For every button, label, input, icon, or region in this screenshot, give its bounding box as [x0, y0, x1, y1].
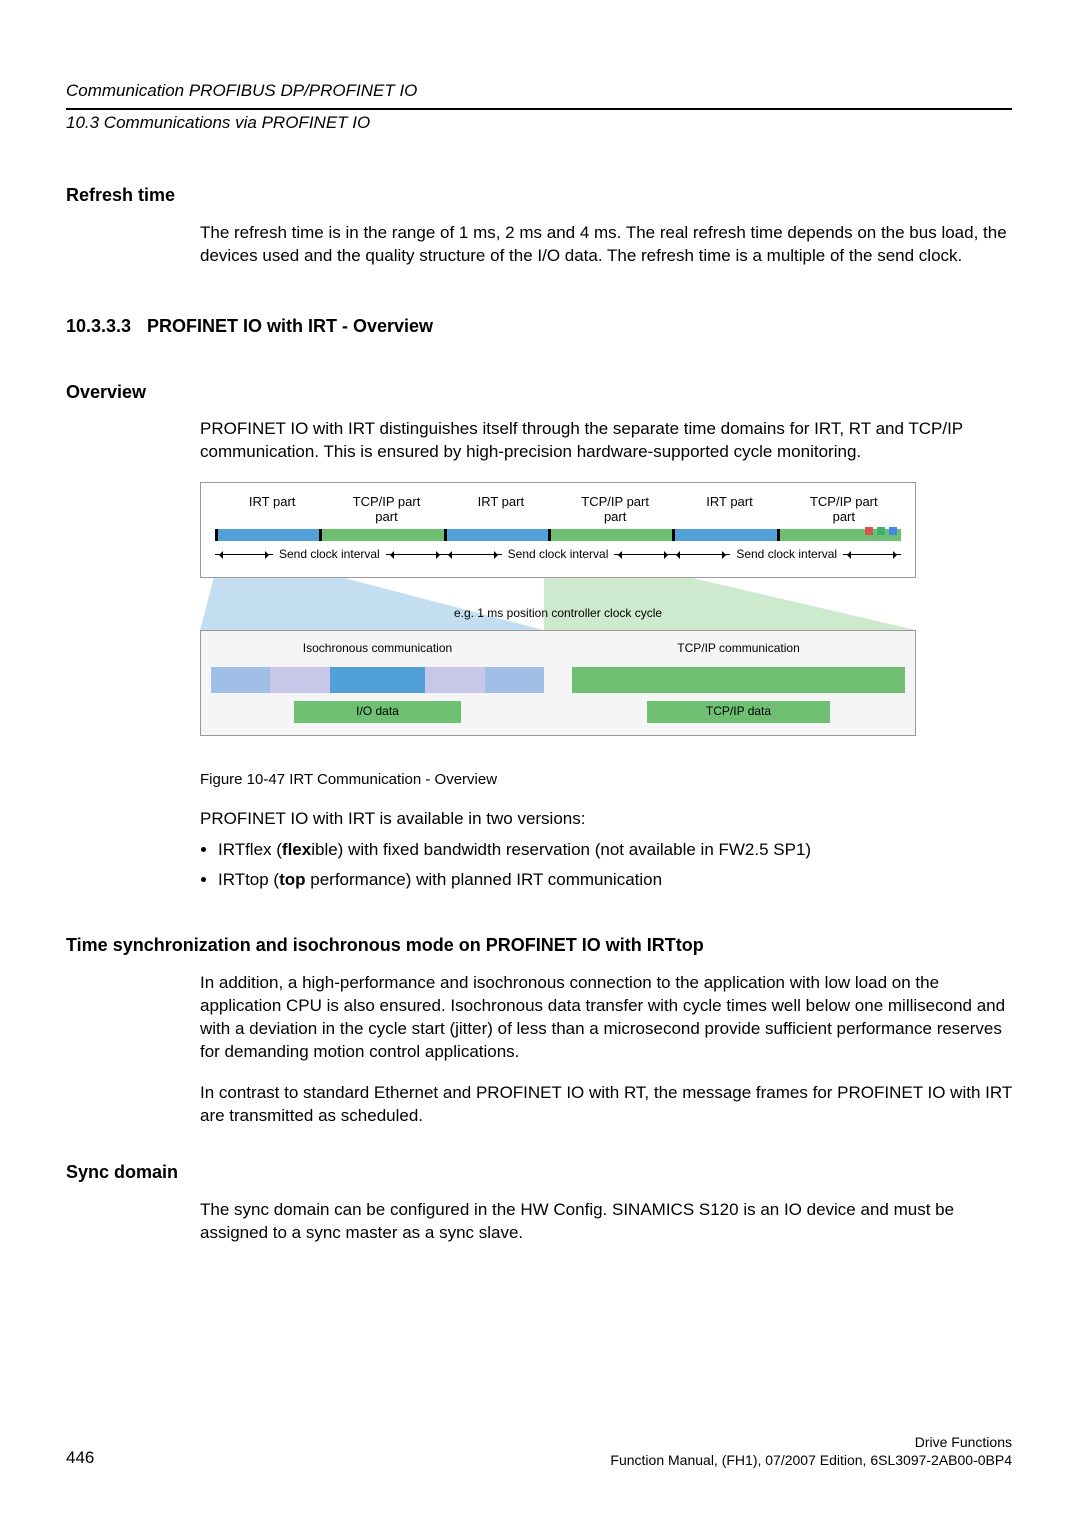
refresh-time-body: The refresh time is in the range of 1 ms… — [200, 222, 1012, 268]
overview-intro: PROFINET IO with IRT distinguishes itsel… — [200, 418, 1012, 464]
timesync-p1: In addition, a high-performance and isoc… — [200, 972, 1012, 1064]
footer-line2: Function Manual, (FH1), 07/2007 Edition,… — [610, 1451, 1012, 1469]
page-number: 446 — [66, 1447, 94, 1469]
tcpip-data-label: TCP/IP data — [647, 701, 830, 723]
heading-overview: Overview — [66, 381, 1012, 404]
tcp-stripe — [572, 667, 905, 693]
tl-label-irt-1: IRT part — [215, 495, 329, 527]
send-clock-intervals: Send clock interval Send clock interval … — [215, 547, 901, 563]
tl-label-irt-3: IRT part — [672, 495, 786, 527]
chapter-title: Communication PROFIBUS DP/PROFINET IO — [66, 80, 1012, 102]
iso-stripe — [211, 667, 544, 693]
timeline-bar — [215, 529, 901, 541]
iso-segment: Isochronous communication I/O data — [211, 641, 544, 723]
refresh-time-text: The refresh time is in the range of 1 ms… — [200, 222, 1012, 268]
header-rule — [66, 108, 1012, 110]
detail-box: Isochronous communication I/O data TCP/I… — [200, 630, 916, 736]
numbered-heading: 10.3.3.3 PROFINET IO with IRT - Overview — [66, 315, 1012, 338]
tl-label-tcp-1: TCP/IP partpart — [329, 495, 443, 527]
footer-right: Drive Functions Function Manual, (FH1), … — [610, 1433, 1012, 1469]
syncdomain-text: The sync domain can be configured in the… — [200, 1199, 1012, 1245]
overview-versions-block: PROFINET IO with IRT is available in two… — [200, 808, 1012, 893]
tl-label-tcp-2: TCP/IP partpart — [558, 495, 672, 527]
timeline-ellipsis-icon — [865, 527, 897, 535]
tcp-comm-label: TCP/IP communication — [572, 641, 905, 657]
footer-line1: Drive Functions — [610, 1433, 1012, 1451]
heading-syncdomain: Sync domain — [66, 1161, 1012, 1184]
section-title: PROFINET IO with IRT - Overview — [147, 316, 433, 336]
tl-label-irt-2: IRT part — [444, 495, 558, 527]
timeline-labels: IRT part TCP/IP partpart IRT part TCP/IP… — [215, 495, 901, 527]
zoom-projection: e.g. 1 ms position controller clock cycl… — [200, 578, 916, 630]
overview-intro-text: PROFINET IO with IRT distinguishes itsel… — [200, 418, 1012, 464]
iso-comm-label: Isochronous communication — [211, 641, 544, 657]
list-item: IRTflex (flexible) with fixed bandwidth … — [218, 839, 1012, 862]
version-list: IRTflex (flexible) with fixed bandwidth … — [200, 839, 1012, 893]
tcp-segment: TCP/IP communication TCP/IP data — [572, 641, 905, 723]
io-data-label: I/O data — [294, 701, 461, 723]
page-footer: 446 Drive Functions Function Manual, (FH… — [66, 1433, 1012, 1469]
tl-label-tcp-3: TCP/IP partpart — [787, 495, 901, 527]
section-path: 10.3 Communications via PROFINET IO — [66, 112, 1012, 134]
timeline-box: IRT part TCP/IP partpart IRT part TCP/IP… — [200, 482, 916, 578]
heading-timesync: Time synchronization and isochronous mod… — [66, 934, 1012, 957]
position-clock-label: e.g. 1 ms position controller clock cycl… — [200, 606, 916, 622]
section-number: 10.3.3.3 — [66, 315, 142, 338]
timesync-body: In addition, a high-performance and isoc… — [200, 972, 1012, 1128]
irt-diagram: IRT part TCP/IP partpart IRT part TCP/IP… — [200, 482, 916, 752]
list-item: IRTtop (top performance) with planned IR… — [218, 869, 1012, 892]
figure-caption: Figure 10-47 IRT Communication - Overvie… — [200, 770, 1012, 790]
timesync-p2: In contrast to standard Ethernet and PRO… — [200, 1082, 1012, 1128]
syncdomain-body: The sync domain can be configured in the… — [200, 1199, 1012, 1245]
heading-refresh-time: Refresh time — [66, 184, 1012, 207]
available-line: PROFINET IO with IRT is available in two… — [200, 808, 1012, 831]
